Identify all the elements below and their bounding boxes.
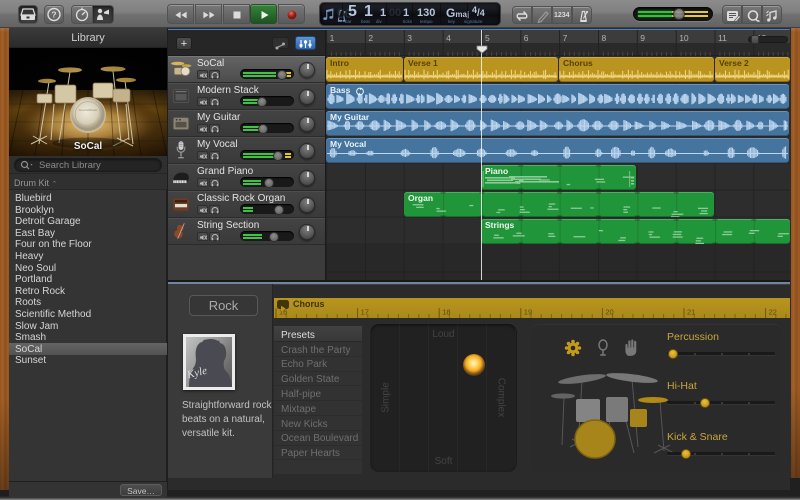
svg-text:11: 11 (718, 33, 727, 43)
svg-text:4: 4 (446, 33, 451, 43)
svg-text:3: 3 (407, 33, 412, 43)
svg-text:9: 9 (640, 33, 645, 43)
svg-text:5: 5 (485, 33, 490, 43)
svg-text:10: 10 (679, 33, 689, 43)
svg-text:2: 2 (368, 33, 373, 43)
svg-text:1: 1 (330, 33, 335, 43)
svg-text:8: 8 (602, 33, 607, 43)
svg-text:7: 7 (563, 33, 568, 43)
svg-text:?: ? (51, 9, 56, 19)
svg-text:6: 6 (524, 33, 529, 43)
